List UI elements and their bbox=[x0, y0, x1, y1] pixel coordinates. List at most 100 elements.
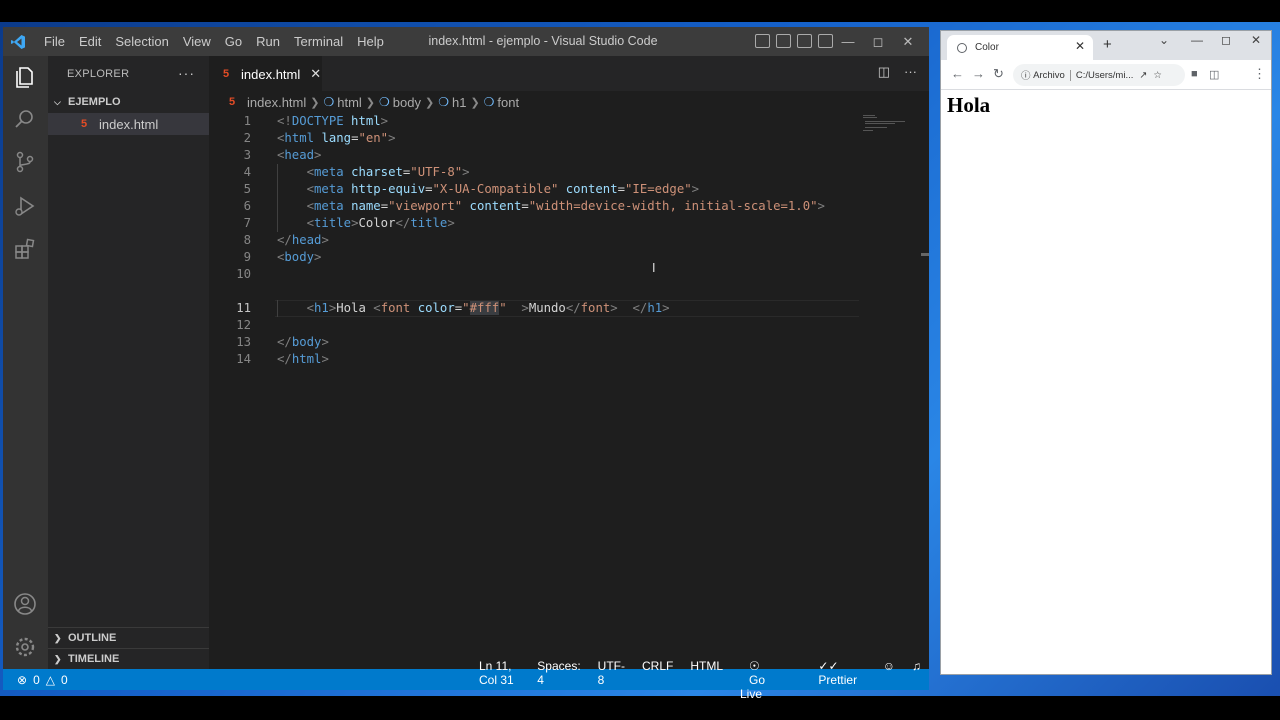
more-actions-icon[interactable]: ··· bbox=[904, 64, 917, 80]
outline-section[interactable]: ❯ OUTLINE bbox=[48, 627, 209, 648]
customize-layout-icon[interactable] bbox=[818, 34, 833, 48]
code-line: 1 <!DOCTYPE html> bbox=[243, 114, 389, 128]
prettier-button[interactable]: ✓✓ Prettier bbox=[800, 659, 873, 701]
breadcrumb-item[interactable]: body bbox=[393, 95, 421, 110]
minimize-icon[interactable]: — bbox=[1191, 33, 1203, 47]
close-tab-icon[interactable]: ✕ bbox=[1075, 39, 1085, 53]
encoding[interactable]: UTF-8 bbox=[589, 659, 633, 701]
extensions-puzzle-icon[interactable]: ■ bbox=[1191, 68, 1198, 80]
menu-file[interactable]: File bbox=[37, 34, 72, 49]
chevron-right-icon: ❯ bbox=[470, 96, 480, 109]
toggle-sidebar-icon[interactable] bbox=[755, 34, 770, 48]
search-icon[interactable] bbox=[12, 106, 38, 132]
back-icon[interactable]: ← bbox=[951, 66, 964, 81]
screen-top-bar bbox=[0, 0, 1280, 22]
minimap[interactable] bbox=[861, 113, 921, 133]
chevron-right-icon: ❯ bbox=[365, 96, 376, 109]
code-line: 13 </body> bbox=[236, 335, 329, 349]
problems-indicator[interactable]: ⊗ 0 △ 0 bbox=[17, 673, 68, 687]
share-icon[interactable]: ↗ bbox=[1139, 70, 1147, 81]
side-panel-icon[interactable]: ◫ bbox=[1209, 68, 1219, 81]
element-icon: ❍ bbox=[483, 95, 495, 109]
close-tab-icon[interactable]: ✕ bbox=[310, 66, 321, 82]
folder-label: EJEMPLO bbox=[68, 96, 121, 108]
language-mode[interactable]: HTML bbox=[681, 659, 731, 701]
timeline-section[interactable]: ❯ TIMELINE bbox=[48, 648, 209, 669]
breadcrumb-item[interactable]: font bbox=[497, 95, 519, 110]
go-live-button[interactable]: ☉ Go Live bbox=[731, 659, 800, 701]
warning-count: 0 bbox=[60, 672, 68, 687]
address-path: C:/Users/mi... bbox=[1075, 69, 1134, 81]
code-editor[interactable]: 1 <!DOCTYPE html> 2 <html lang="en"> 3 <hea… bbox=[209, 113, 929, 669]
menu-edit[interactable]: Edit bbox=[72, 34, 108, 49]
chevron-down-icon: ⌵ bbox=[54, 96, 61, 107]
menu-view[interactable]: View bbox=[176, 34, 218, 49]
tab-search-icon[interactable]: ⌄ bbox=[1159, 33, 1169, 47]
breadcrumb-item[interactable]: index.html bbox=[247, 95, 306, 110]
chevron-right-icon: ❯ bbox=[54, 653, 62, 664]
address-bar[interactable]: ⓘ Archivo C:/Users/mi... ↗ ☆ bbox=[1013, 64, 1185, 86]
source-control-icon[interactable] bbox=[12, 149, 38, 175]
bookmark-star-icon[interactable]: ☆ bbox=[1153, 70, 1162, 81]
element-icon: ❍ bbox=[323, 95, 335, 109]
broadcast-icon: ☉ bbox=[749, 658, 760, 673]
browser-window: Color ✕ + ⌄ — ◻ ✕ ← → ↻ ⓘ Archivo C:/Use… bbox=[940, 30, 1272, 675]
editor-tabs: 5 index.html ✕ ◫ ··· bbox=[209, 56, 929, 91]
vscode-logo-icon bbox=[3, 27, 33, 56]
toggle-secondary-sidebar-icon[interactable] bbox=[797, 34, 812, 48]
code-line: 10 bbox=[236, 267, 251, 281]
explorer-icon[interactable] bbox=[12, 64, 38, 90]
error-count: 0 bbox=[33, 672, 40, 687]
tab-index-html[interactable]: 5 index.html ✕ bbox=[209, 56, 322, 91]
menu-bar: File Edit Selection View Go Run Terminal… bbox=[37, 34, 391, 49]
timeline-label: TIMELINE bbox=[68, 653, 120, 665]
browser-tab-strip: Color ✕ + ⌄ — ◻ ✕ bbox=[941, 31, 1271, 60]
close-window-icon[interactable]: ✕ bbox=[1251, 33, 1261, 47]
code-line-current: 11 <h1>Hola <font color="#fff" >Mundo</f… bbox=[236, 301, 670, 315]
split-editor-icon[interactable]: ◫ bbox=[878, 64, 890, 80]
cursor-position[interactable]: Ln 11, Col 31 bbox=[470, 659, 528, 701]
close-icon[interactable]: ✕ bbox=[893, 27, 923, 56]
restore-icon[interactable]: ◻ bbox=[863, 27, 893, 56]
code-line: 2 <html lang="en"> bbox=[243, 131, 396, 145]
breadcrumb-item[interactable]: h1 bbox=[452, 95, 466, 110]
explorer-title: EXPLORER bbox=[67, 67, 130, 80]
menu-run[interactable]: Run bbox=[249, 34, 287, 49]
menu-terminal[interactable]: Terminal bbox=[287, 34, 350, 49]
menu-selection[interactable]: Selection bbox=[108, 34, 175, 49]
accounts-icon[interactable] bbox=[12, 591, 38, 617]
manage-gear-icon[interactable] bbox=[12, 634, 38, 660]
html-file-icon: 5 bbox=[229, 96, 236, 108]
forward-icon[interactable]: → bbox=[972, 66, 985, 81]
file-label: index.html bbox=[99, 116, 159, 132]
run-debug-icon[interactable] bbox=[12, 193, 38, 219]
feedback-icon[interactable]: ☺ bbox=[874, 659, 903, 701]
minimize-icon[interactable]: — bbox=[833, 27, 863, 56]
vscode-titlebar: File Edit Selection View Go Run Terminal… bbox=[3, 27, 929, 56]
new-tab-icon[interactable]: + bbox=[1103, 36, 1112, 53]
globe-icon bbox=[957, 42, 967, 53]
file-index-html[interactable]: 5 index.html bbox=[48, 113, 209, 135]
reload-icon[interactable]: ↻ bbox=[993, 66, 1004, 82]
chevron-right-icon: ❯ bbox=[310, 96, 320, 109]
chrome-menu-icon[interactable]: ⋮ bbox=[1253, 66, 1266, 82]
window-title: index.html - ejemplo - Visual Studio Cod… bbox=[428, 34, 658, 48]
more-actions-icon[interactable]: ··· bbox=[178, 65, 195, 81]
breadcrumb-item[interactable]: html bbox=[337, 95, 362, 110]
maximize-icon[interactable]: ◻ bbox=[1221, 33, 1231, 47]
vscode-window: File Edit Selection View Go Run Terminal… bbox=[3, 27, 929, 701]
line-ending[interactable]: CRLF bbox=[633, 659, 681, 701]
folder-ejemplo[interactable]: ⌵ EJEMPLO bbox=[48, 91, 209, 113]
browser-tab[interactable]: Color ✕ bbox=[947, 35, 1093, 60]
breadcrumb: 5 index.html ❯ ❍ html ❯ ❍ body ❯ ❍ h1 ❯ … bbox=[209, 91, 929, 113]
extensions-icon[interactable] bbox=[12, 236, 38, 262]
html-file-icon: 5 bbox=[223, 68, 230, 80]
toggle-panel-icon[interactable] bbox=[776, 34, 791, 48]
explorer-sidebar: EXPLORER ··· ⌵ EJEMPLO 5 index.html ❯ OU… bbox=[48, 56, 209, 669]
notifications-bell-icon[interactable]: ♫ bbox=[903, 659, 929, 701]
menu-go[interactable]: Go bbox=[218, 34, 249, 49]
scrollbar[interactable] bbox=[921, 253, 929, 256]
error-icon: ⊗ bbox=[17, 672, 28, 687]
chevron-right-icon: ❯ bbox=[54, 632, 62, 643]
indentation[interactable]: Spaces: 4 bbox=[528, 659, 588, 701]
